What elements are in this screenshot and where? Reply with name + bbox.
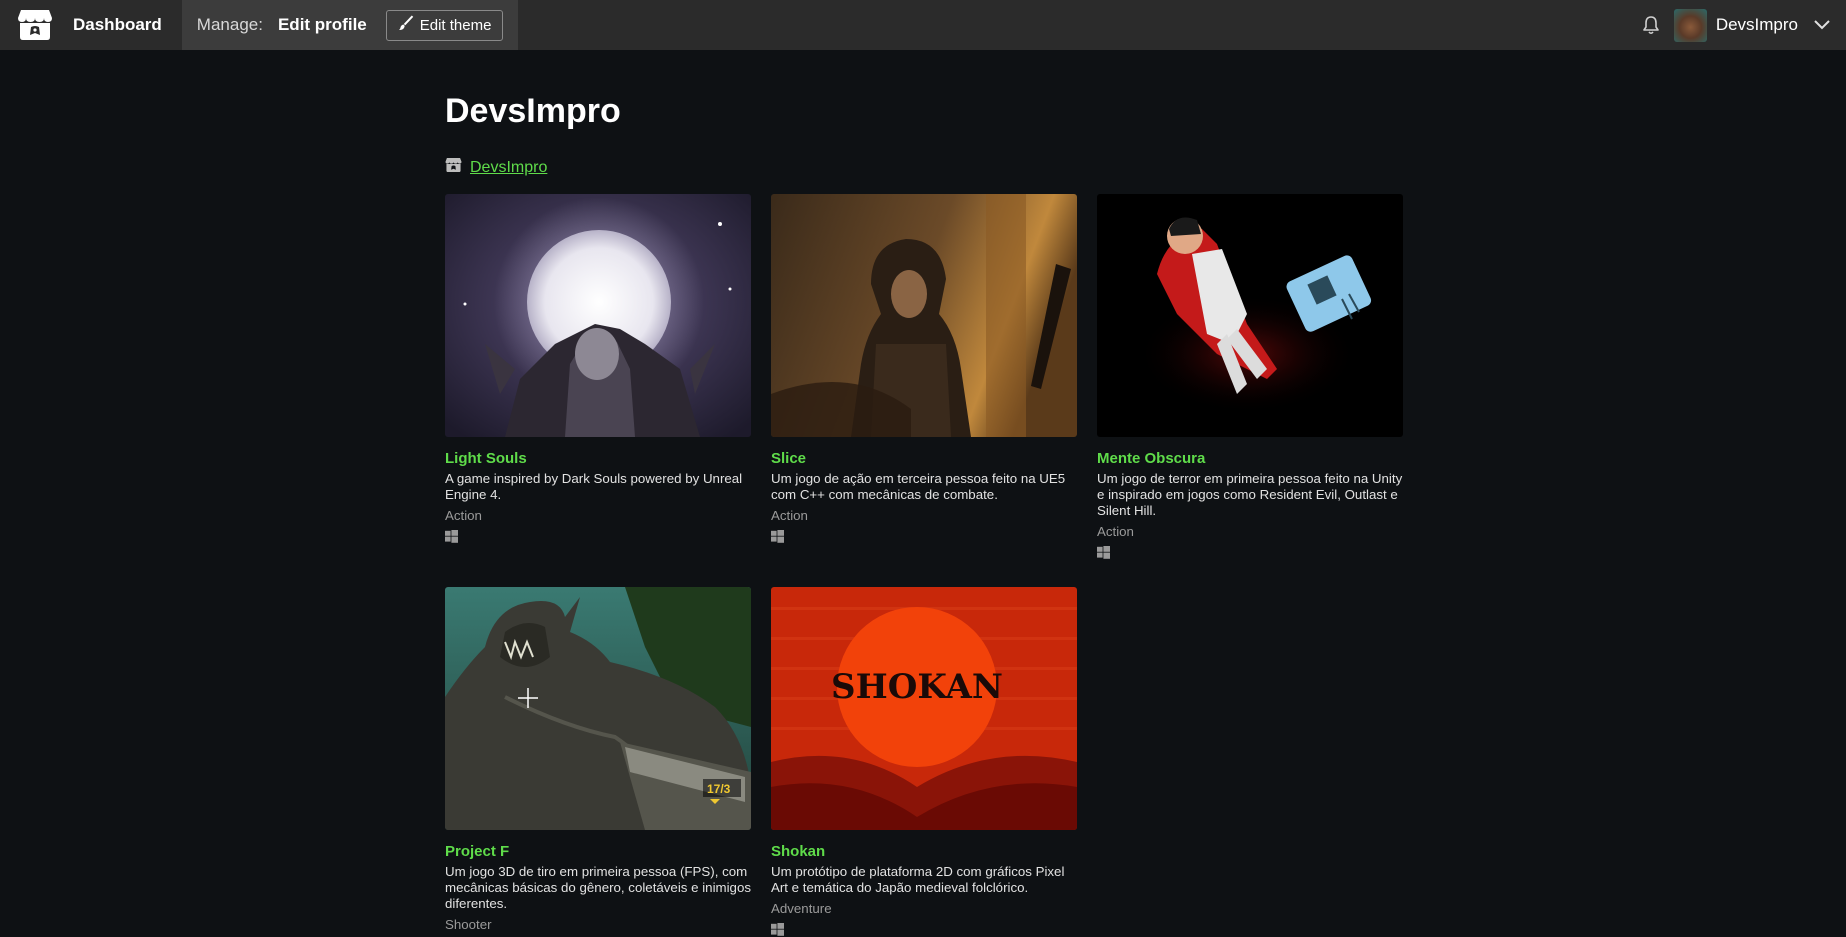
edit-profile-link[interactable]: Edit profile — [278, 15, 367, 35]
brush-icon — [398, 15, 414, 35]
game-description: Um jogo 3D de tiro em primeira pessoa (F… — [445, 864, 751, 911]
game-genre: Adventure — [771, 901, 832, 916]
game-card-light-souls[interactable]: Light Souls A game inspired by Dark Soul… — [445, 194, 751, 543]
page-title: DevsImpro — [445, 92, 621, 130]
game-card-mente-obscura[interactable]: Mente Obscura Um jogo de terror em prime… — [1097, 194, 1403, 559]
game-title[interactable]: Shokan — [771, 843, 1077, 860]
windows-icon — [771, 923, 784, 936]
profile-link[interactable]: DevsImpro — [470, 159, 547, 177]
profile-link-row: DevsImpro — [445, 157, 1445, 178]
game-description: A game inspired by Dark Souls powered by… — [445, 471, 743, 502]
game-title[interactable]: Project F — [445, 843, 751, 860]
windows-icon — [771, 530, 784, 543]
itchio-logo-icon[interactable] — [17, 8, 53, 42]
ammo-counter: 17/3 — [707, 782, 731, 796]
windows-icon — [1097, 546, 1110, 559]
edit-theme-button[interactable]: Edit theme — [385, 9, 504, 41]
game-title[interactable]: Mente Obscura — [1097, 450, 1403, 467]
game-card-slice[interactable]: Slice Um jogo de ação em terceira pessoa… — [771, 194, 1077, 543]
user-area: DevsImpro — [1642, 0, 1846, 50]
game-description: Um jogo de ação em terceira pessoa feito… — [771, 471, 1066, 502]
shokan-cover-text: SHOKAN — [831, 667, 1003, 707]
top-navigation-bar: Dashboard Manage: Edit profile Edit them… — [0, 0, 1846, 50]
profile-main: DevsImpro DevsImpro Light Souls A game i… — [445, 85, 1445, 936]
windows-icon — [445, 530, 458, 543]
game-thumbnail-mente-obscura[interactable] — [1097, 194, 1403, 437]
game-genre: Action — [1097, 524, 1134, 539]
chevron-down-icon[interactable] — [1814, 20, 1830, 30]
game-genre: Action — [771, 508, 808, 523]
itchio-small-icon — [445, 157, 462, 178]
manage-section: Manage: Edit profile Edit theme — [181, 0, 519, 50]
dashboard-link[interactable]: Dashboard — [73, 15, 162, 35]
game-title[interactable]: Light Souls — [445, 450, 751, 467]
game-thumbnail-slice[interactable] — [771, 194, 1077, 437]
game-card-project-f[interactable]: 17/3 Project F Um jogo 3D de tiro em pri… — [445, 587, 751, 933]
game-title[interactable]: Slice — [771, 450, 1077, 467]
game-genre: Action — [445, 508, 482, 523]
manage-label: Manage: — [196, 15, 263, 34]
game-thumbnail-light-souls[interactable] — [445, 194, 751, 437]
game-card-shokan[interactable]: SHOKAN Shokan Um protótipo de plataforma… — [771, 587, 1077, 936]
game-thumbnail-project-f[interactable]: 17/3 — [445, 587, 751, 830]
avatar[interactable] — [1673, 8, 1707, 42]
user-name[interactable]: DevsImpro — [1716, 15, 1798, 35]
game-thumbnail-shokan[interactable]: SHOKAN — [771, 587, 1077, 830]
game-genre: Shooter — [445, 917, 492, 932]
edit-theme-label: Edit theme — [419, 16, 492, 34]
bell-icon[interactable] — [1642, 15, 1660, 35]
game-description: Um jogo de terror em primeira pessoa fei… — [1097, 471, 1403, 518]
game-description: Um protótipo de plataforma 2D com gráfic… — [771, 864, 1065, 895]
